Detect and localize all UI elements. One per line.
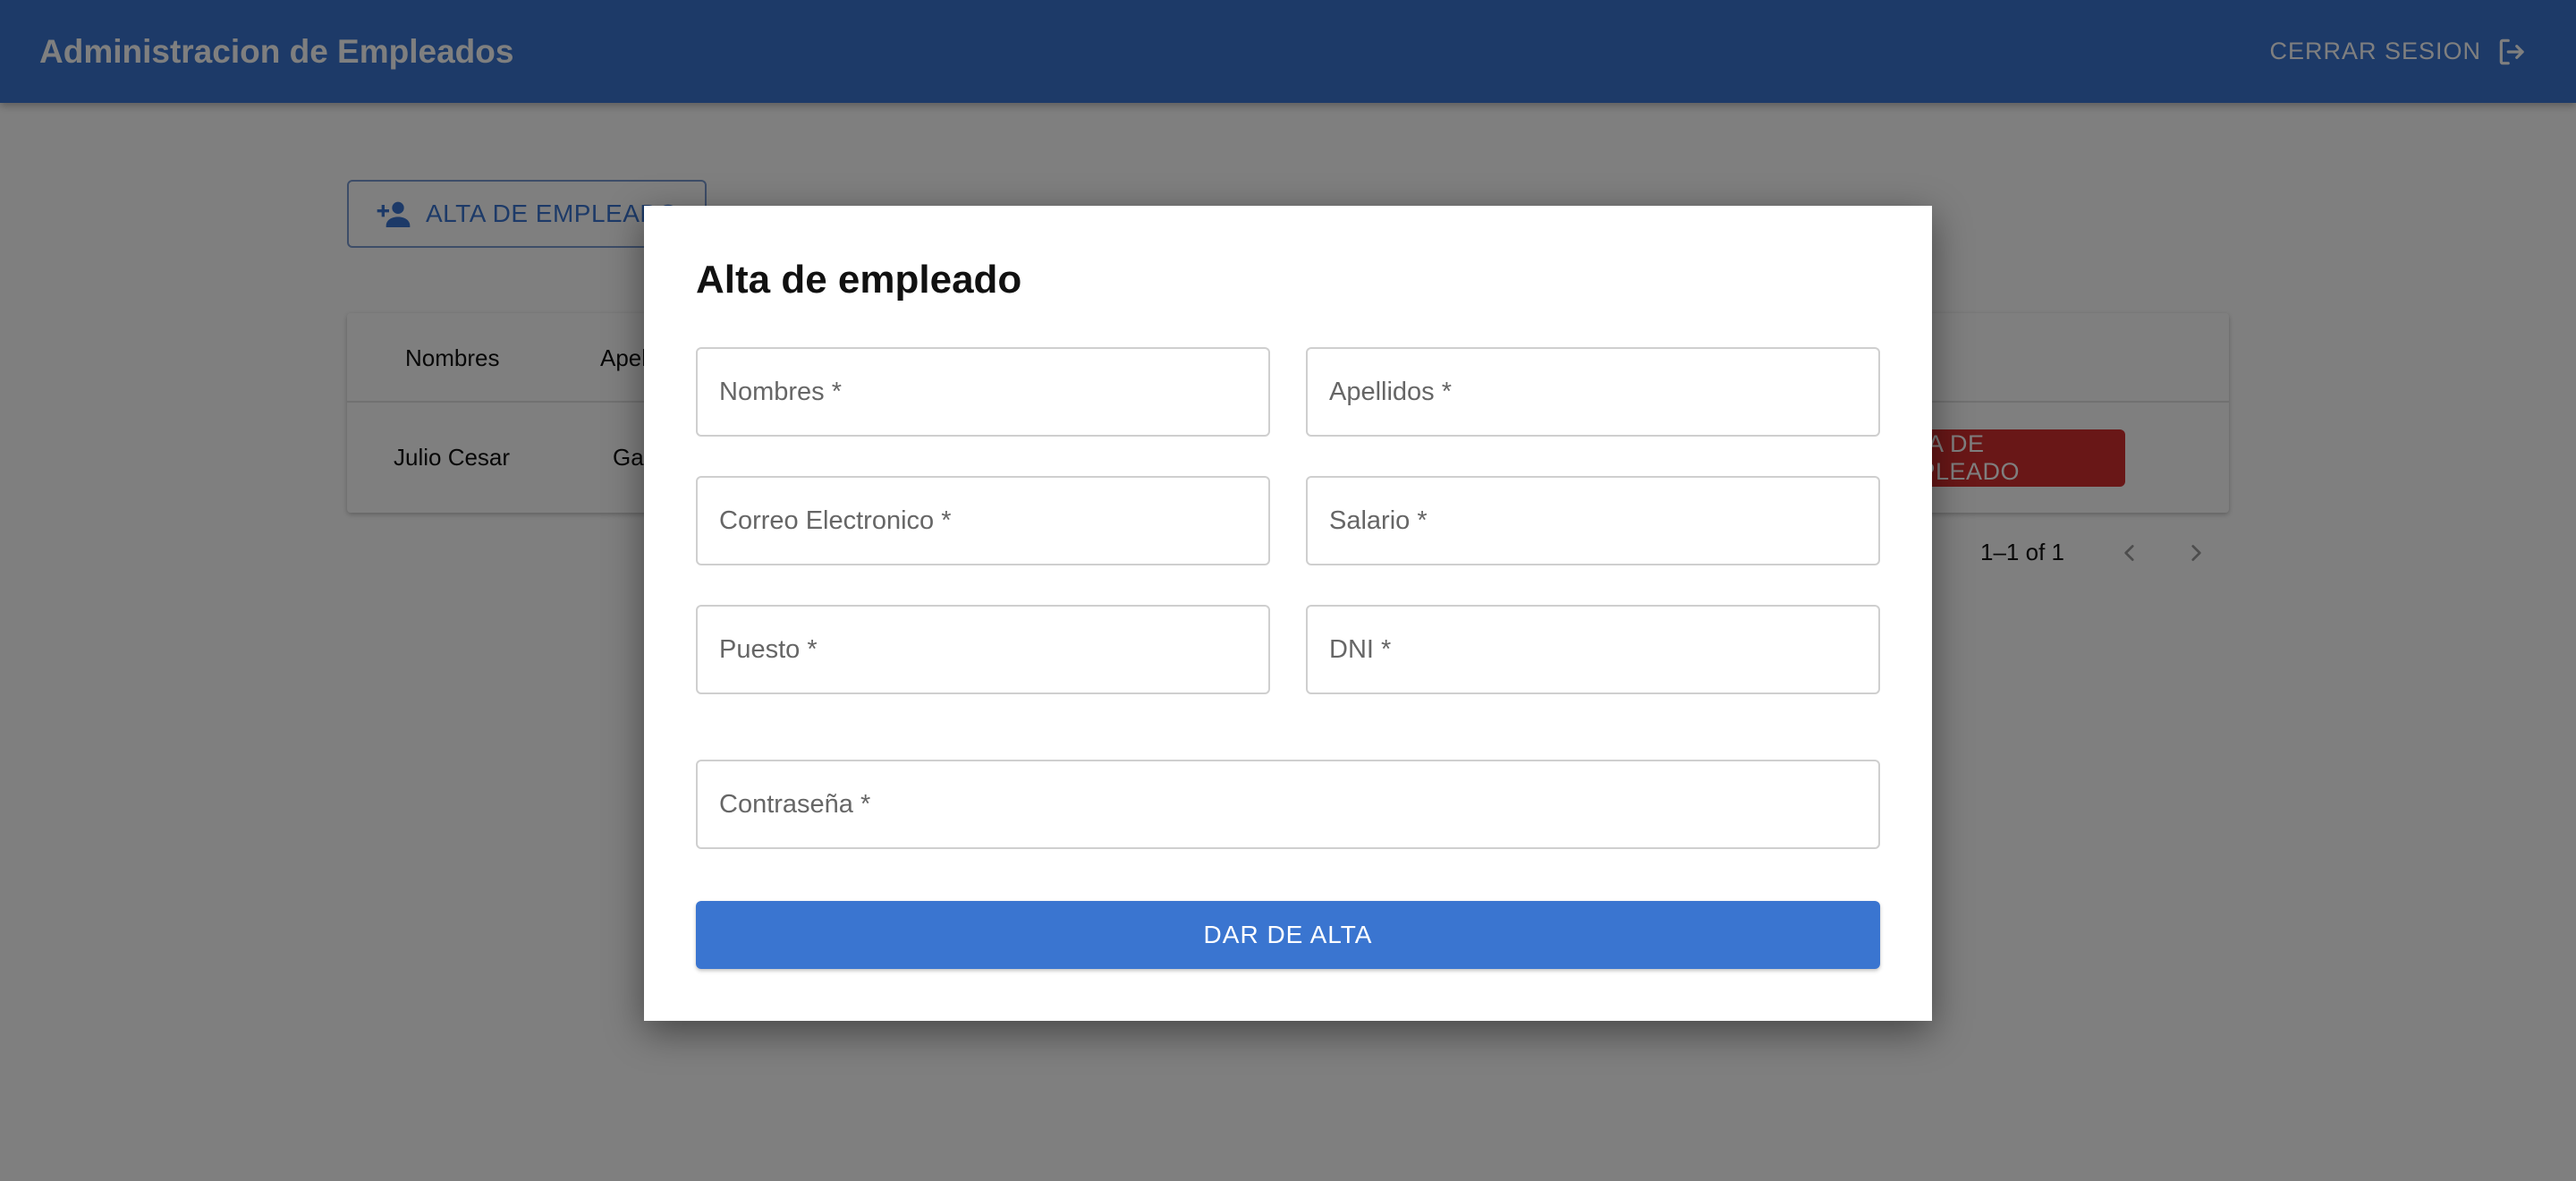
password-field[interactable]: Contraseña * — [696, 760, 1880, 849]
email-label: Correo Electronico * — [719, 506, 952, 535]
password-label: Contraseña * — [719, 789, 871, 819]
submit-label: DAR DE ALTA — [1203, 921, 1373, 948]
dni-field[interactable]: DNI * — [1306, 605, 1880, 694]
apellidos-label: Apellidos * — [1329, 377, 1453, 406]
salario-field[interactable]: Salario * — [1306, 476, 1880, 565]
salario-label: Salario * — [1329, 506, 1428, 535]
puesto-field[interactable]: Puesto * — [696, 605, 1270, 694]
nombres-label: Nombres * — [719, 377, 842, 406]
apellidos-field[interactable]: Apellidos * — [1306, 347, 1880, 437]
submit-button[interactable]: DAR DE ALTA — [696, 901, 1880, 969]
add-employee-dialog: Alta de empleado Nombres * Apellidos * C… — [644, 206, 1932, 1021]
nombres-field[interactable]: Nombres * — [696, 347, 1270, 437]
email-field[interactable]: Correo Electronico * — [696, 476, 1270, 565]
dialog-title: Alta de empleado — [696, 258, 1022, 302]
puesto-label: Puesto * — [719, 634, 818, 664]
dni-label: DNI * — [1329, 634, 1392, 664]
